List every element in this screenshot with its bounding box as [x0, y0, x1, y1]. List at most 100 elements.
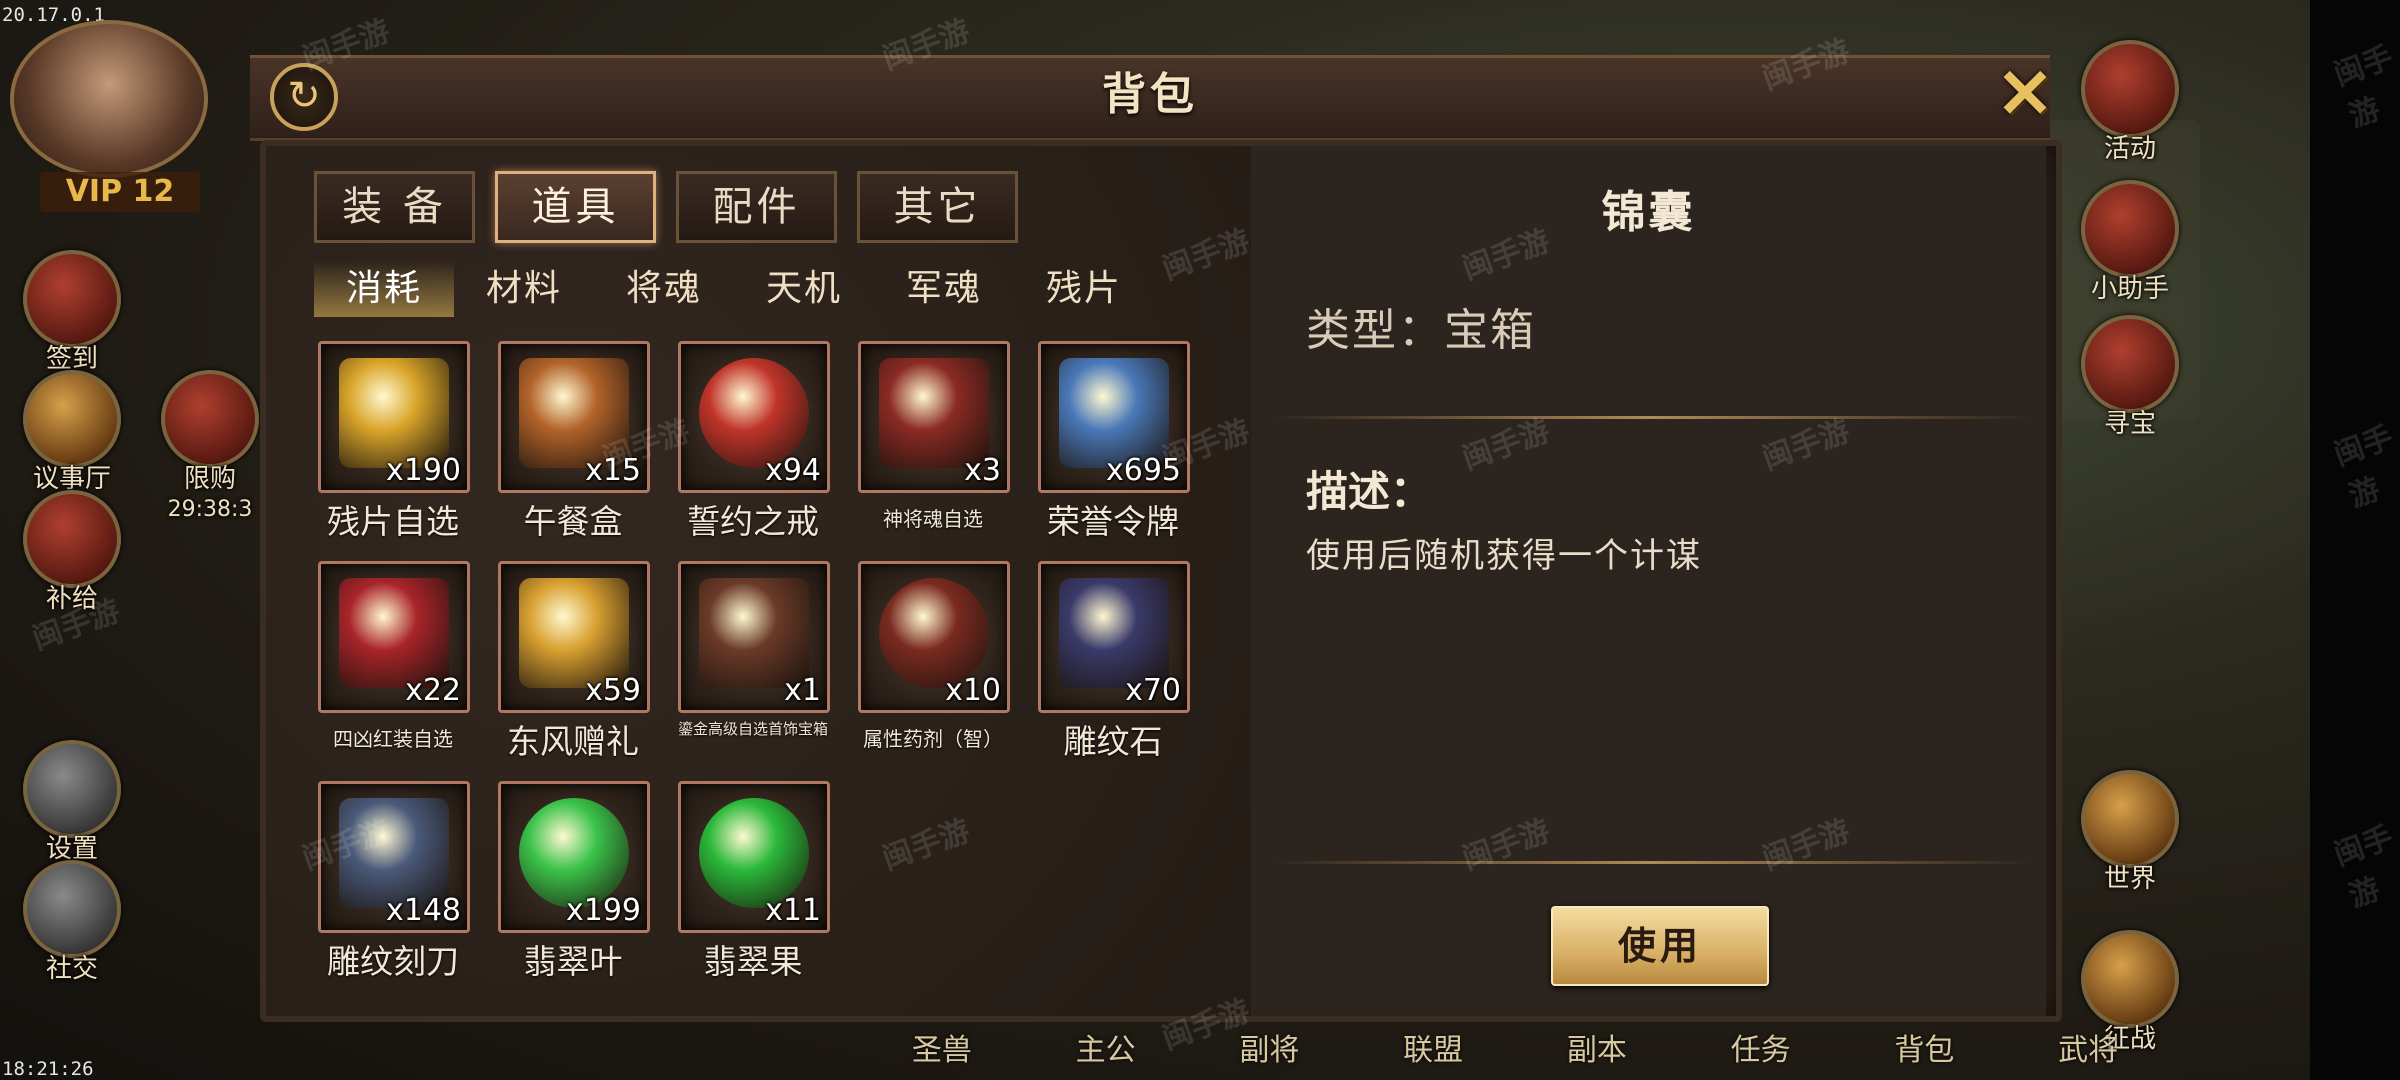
nav-lord[interactable]: 主公 — [1076, 1025, 1136, 1080]
refresh-button[interactable]: ↻ — [270, 63, 338, 131]
refresh-icon: ↻ — [287, 73, 321, 119]
use-button[interactable]: 使用 — [1551, 906, 1769, 986]
nav-beast[interactable]: 圣兽 — [912, 1025, 972, 1080]
item-name: 神将魂自选 — [883, 507, 983, 531]
hud-assistant[interactable]: 小助手 — [2070, 180, 2190, 305]
item-count: x11 — [765, 893, 821, 928]
inventory-item[interactable]: x22 四凶红装自选 — [318, 561, 470, 751]
item-name: 荣誉令牌 — [1047, 502, 1179, 541]
item-slot[interactable]: x190 — [318, 341, 470, 493]
item-slot[interactable]: x3 — [858, 341, 1010, 493]
ring-icon — [699, 358, 809, 468]
item-type: 类型：宝箱 — [1306, 305, 1536, 356]
player-avatar[interactable] — [10, 20, 208, 178]
nav-quests[interactable]: 任务 — [1731, 1025, 1791, 1080]
category-tabs: 装 备 道具 配件 其它 — [314, 171, 1018, 243]
nav-deputy[interactable]: 副将 — [1239, 1025, 1299, 1080]
carved-stone-icon — [1059, 578, 1169, 688]
jade-fruit-icon — [699, 798, 809, 908]
inventory-item[interactable]: x199 翡翠叶 — [498, 781, 650, 981]
hud-settings[interactable]: 设置 — [12, 740, 132, 865]
item-count: x94 — [765, 453, 821, 488]
subtab-materials[interactable]: 材料 — [454, 261, 594, 317]
vip-badge: VIP 12 — [40, 172, 200, 212]
inventory-item[interactable]: x1 鎏金高级自选首饰宝箱 — [678, 561, 830, 738]
item-slot[interactable]: x22 — [318, 561, 470, 713]
subtab-tianji[interactable]: 天机 — [734, 261, 874, 317]
item-count: x1 — [784, 673, 821, 708]
nav-dungeon[interactable]: 副本 — [1567, 1025, 1627, 1080]
item-count: x190 — [385, 453, 461, 488]
limited-gift-icon — [161, 370, 259, 468]
inventory-item[interactable]: x190 残片自选 — [318, 341, 470, 541]
item-slot[interactable]: x59 — [498, 561, 650, 713]
item-count: x22 — [405, 673, 461, 708]
checkin-icon — [23, 250, 121, 348]
item-name: 鎏金高级自选首饰宝箱 — [677, 720, 828, 738]
hud-world[interactable]: 世界 — [2070, 770, 2190, 895]
item-slot[interactable]: x70 — [1038, 561, 1190, 713]
clock-label: 18:21:26 — [2, 1058, 94, 1080]
close-button[interactable]: ✕ — [1990, 59, 2060, 129]
hud-treasure[interactable]: 寻宝 — [2070, 315, 2190, 440]
item-name: 雕纹刻刀 — [327, 942, 459, 981]
subtab-army-souls[interactable]: 军魂 — [874, 261, 1014, 317]
tab-items[interactable]: 道具 — [495, 171, 656, 243]
hud-council[interactable]: 议事厅 — [12, 370, 132, 495]
item-slot[interactable]: x199 — [498, 781, 650, 933]
inventory-item[interactable]: x70 雕纹石 — [1038, 561, 1190, 761]
inventory-item[interactable]: x695 荣誉令牌 — [1038, 341, 1190, 541]
inventory-item[interactable]: x11 翡翠果 — [678, 781, 830, 981]
campaign-dragon-icon — [2081, 930, 2179, 1028]
nav-alliance[interactable]: 联盟 — [1403, 1025, 1463, 1080]
item-detail-title: 锦囊 — [1601, 187, 1696, 238]
world-dragon-icon — [2081, 770, 2179, 868]
tab-accessories[interactable]: 配件 — [676, 171, 837, 243]
item-count: x10 — [945, 673, 1001, 708]
item-slot[interactable]: x94 — [678, 341, 830, 493]
hud-social[interactable]: 社交 — [12, 860, 132, 985]
golden-chest-icon — [339, 358, 449, 468]
item-name: 东风赠礼 — [507, 722, 639, 761]
item-count: x3 — [964, 453, 1001, 488]
item-count: x70 — [1125, 673, 1181, 708]
item-slot[interactable]: x11 — [678, 781, 830, 933]
tab-equipment[interactable]: 装 备 — [314, 171, 475, 243]
red-chest-icon — [339, 578, 449, 688]
jewelry-chest-icon — [699, 578, 809, 688]
tab-other[interactable]: 其它 — [857, 171, 1018, 243]
hud-events[interactable]: 活动 — [2070, 40, 2190, 165]
subtab-fragments[interactable]: 残片 — [1014, 261, 1154, 317]
nav-generals[interactable]: 武将 — [2058, 1025, 2118, 1080]
inventory-item[interactable]: x3 神将魂自选 — [858, 341, 1010, 531]
item-detail-panel: 锦囊 类型：宝箱 描述： 使用后随机获得一个计谋 使用 — [1251, 146, 2046, 1016]
item-slot[interactable]: x10 — [858, 561, 1010, 713]
item-count: x148 — [385, 893, 461, 928]
nav-bag[interactable]: 背包 — [1894, 1025, 1954, 1080]
subcategory-tabs: 消耗 材料 将魂 天机 军魂 残片 — [314, 261, 1154, 317]
item-slot[interactable]: x1 — [678, 561, 830, 713]
supply-icon — [23, 490, 121, 588]
jade-leaf-icon — [519, 798, 629, 908]
subtab-consumables[interactable]: 消耗 — [314, 261, 454, 317]
item-name: 午餐盒 — [523, 502, 623, 541]
inventory-item[interactable]: x10 属性药剂（智） — [858, 561, 1010, 751]
council-icon — [23, 370, 121, 468]
inventory-panel: 装 备 道具 配件 其它 消耗 材料 将魂 天机 军魂 残片 x190 残片自选 x… — [266, 146, 1251, 1016]
hud-supply[interactable]: 补给 — [12, 490, 132, 615]
gift-chest-icon — [519, 578, 629, 688]
item-name: 残片自选 — [327, 502, 459, 541]
gear-icon — [23, 740, 121, 838]
inventory-item[interactable]: x94 誓约之戒 — [678, 341, 830, 541]
detail-divider-bottom — [1271, 861, 2031, 864]
inventory-item[interactable]: x59 东风赠礼 — [498, 561, 650, 761]
subtab-general-souls[interactable]: 将魂 — [594, 261, 734, 317]
hud-checkin[interactable]: 签到 — [12, 250, 132, 375]
bottom-nav: 圣兽 主公 副将 联盟 副本 任务 背包 武将 — [860, 1025, 2170, 1080]
item-name: 雕纹石 — [1063, 722, 1163, 761]
assistant-icon — [2081, 180, 2179, 278]
item-name: 四凶红装自选 — [333, 727, 453, 751]
potion-icon — [879, 578, 989, 688]
honor-token-icon — [1059, 358, 1169, 468]
item-name: 属性药剂（智） — [863, 727, 1003, 751]
